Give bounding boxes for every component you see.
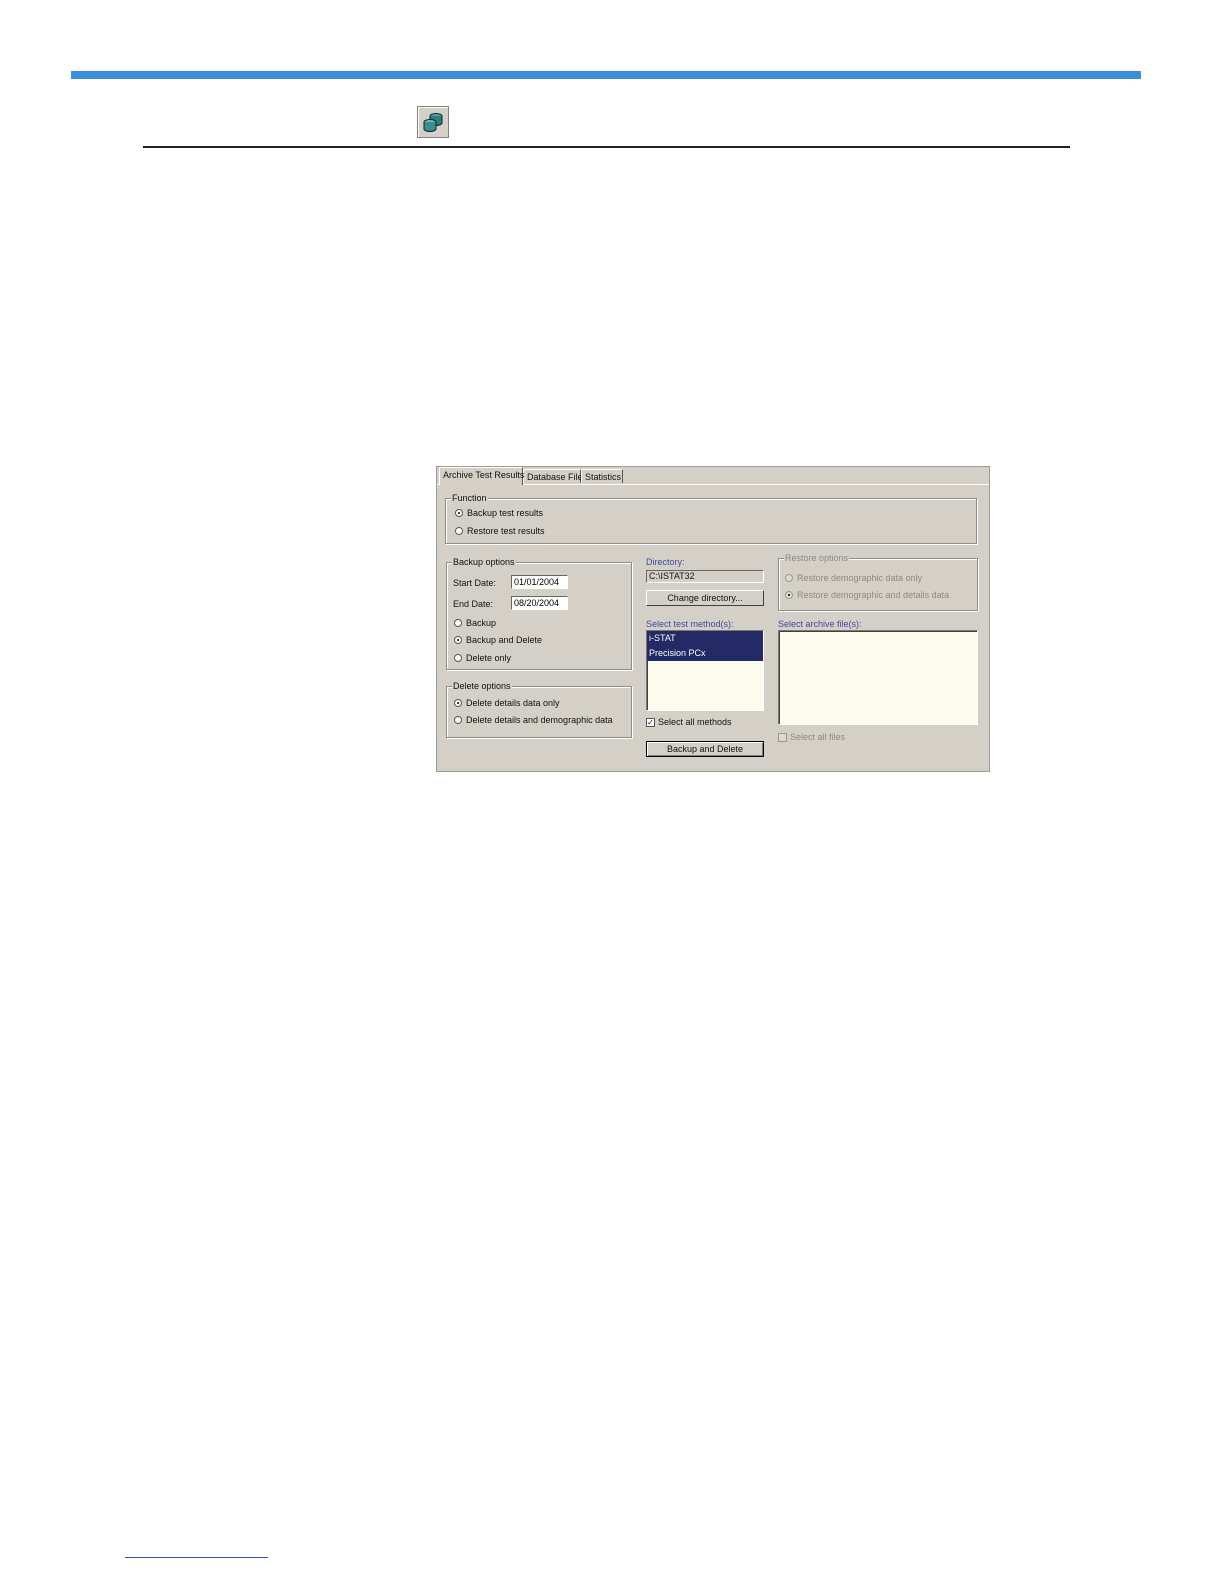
radio-restore-demographic-only[interactable]: Restore demographic data only <box>785 573 922 583</box>
backup-and-delete-button[interactable]: Backup and Delete <box>646 741 764 757</box>
list-item[interactable]: Precision PCx <box>647 646 763 661</box>
backup-options-group: Backup options Start Date: End Date: Bac… <box>446 557 632 670</box>
function-group: Function Backup test results Restore tes… <box>445 493 977 544</box>
radio-button[interactable] <box>454 619 462 627</box>
tab-strip: Archive Test Results Database File Stati… <box>437 467 989 485</box>
radio-label: Delete only <box>466 653 512 663</box>
change-directory-button[interactable]: Change directory... <box>646 590 764 606</box>
delete-options-group: Delete options Delete details data only … <box>446 681 632 738</box>
radio-label: Restore test results <box>467 526 545 536</box>
restore-options-group: Restore options Restore demographic data… <box>778 553 978 611</box>
radio-button[interactable] <box>785 574 793 582</box>
checkbox-label: Select all files <box>790 732 846 742</box>
radio-button[interactable] <box>455 527 463 535</box>
radio-restore-test-results[interactable]: Restore test results <box>455 526 545 536</box>
list-item[interactable]: i-STAT <box>647 631 763 646</box>
radio-label: Restore demographic and details data <box>797 590 950 600</box>
radio-button[interactable] <box>785 591 793 599</box>
radio-delete-only[interactable]: Delete only <box>454 653 511 663</box>
checkbox-label: Select all methods <box>658 717 732 727</box>
radio-button[interactable] <box>454 716 462 724</box>
archive-dialog: Archive Test Results Database File Stati… <box>436 466 990 772</box>
test-methods-label: Select test method(s): <box>646 619 734 629</box>
radio-label: Backup <box>466 618 497 628</box>
header-accent-bar <box>71 71 1141 79</box>
database-icon <box>417 106 449 138</box>
radio-button[interactable] <box>455 509 463 517</box>
backup-options-label: Backup options <box>452 557 516 568</box>
radio-button[interactable] <box>454 699 462 707</box>
radio-backup-and-delete[interactable]: Backup and Delete <box>454 635 542 645</box>
checkbox-box[interactable]: ✓ <box>646 717 655 727</box>
start-date-label: Start Date: <box>453 578 497 588</box>
checkbox-box[interactable] <box>778 732 787 742</box>
tab-archive-test-results[interactable]: Archive Test Results <box>439 467 524 485</box>
directory-field: C:\ISTAT32 <box>646 570 764 583</box>
end-date-input[interactable] <box>511 596 568 610</box>
directory-label: Directory: <box>646 557 685 567</box>
radio-backup-test-results[interactable]: Backup test results <box>455 508 543 518</box>
restore-options-label: Restore options <box>784 553 850 564</box>
radio-button[interactable] <box>454 636 462 644</box>
delete-options-label: Delete options <box>452 681 512 692</box>
tab-database-file[interactable]: Database File <box>523 469 583 483</box>
start-date-input[interactable] <box>511 575 568 589</box>
footer-rule <box>125 1557 268 1558</box>
function-group-label: Function <box>451 493 488 504</box>
archive-files-label: Select archive file(s): <box>778 619 862 629</box>
radio-button[interactable] <box>454 654 462 662</box>
tab-statistics[interactable]: Statistics <box>581 469 623 483</box>
end-date-label: End Date: <box>453 599 494 609</box>
header-divider <box>143 146 1070 148</box>
radio-restore-demographic-and-details[interactable]: Restore demographic and details data <box>785 590 949 600</box>
select-all-files-checkbox[interactable]: Select all files <box>778 732 845 742</box>
radio-label: Backup and Delete <box>466 635 543 645</box>
radio-delete-details-and-demographic[interactable]: Delete details and demographic data <box>454 715 613 725</box>
radio-label: Delete details data only <box>466 698 560 708</box>
test-methods-list[interactable]: i-STAT Precision PCx <box>646 630 764 711</box>
radio-delete-details-only[interactable]: Delete details data only <box>454 698 560 708</box>
radio-label: Delete details and demographic data <box>466 715 613 725</box>
radio-label: Restore demographic data only <box>797 573 923 583</box>
radio-label: Backup test results <box>467 508 544 518</box>
radio-backup[interactable]: Backup <box>454 618 496 628</box>
archive-files-list[interactable] <box>778 630 978 725</box>
select-all-methods-checkbox[interactable]: ✓ Select all methods <box>646 717 732 727</box>
